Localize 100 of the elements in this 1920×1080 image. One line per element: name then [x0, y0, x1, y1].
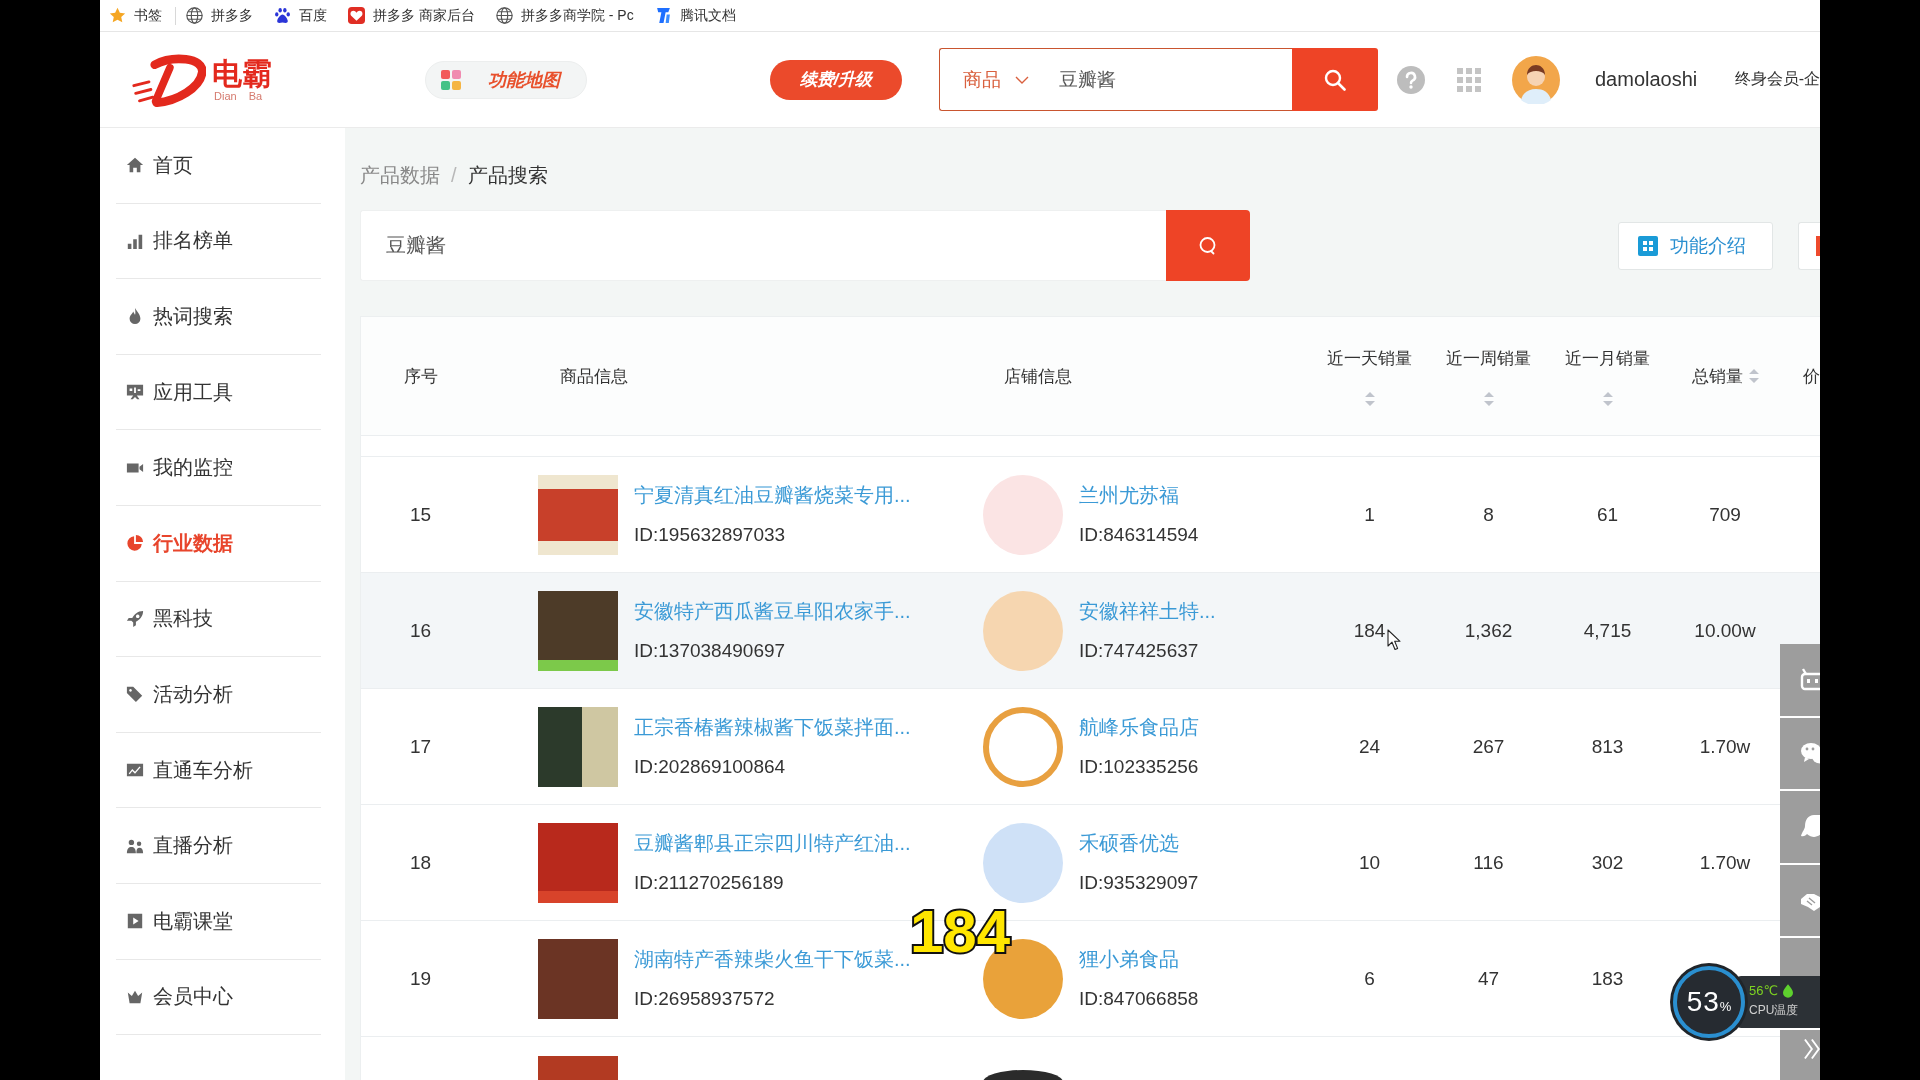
play-icon [126, 912, 144, 931]
bookmark-link[interactable]: 拼多多 商家后台 [348, 6, 475, 25]
cpu-usage-unit: % [1719, 1000, 1732, 1014]
search-icon [1198, 235, 1218, 256]
sales-value: 10.00w [1694, 619, 1756, 642]
column-header: 近一天销量 [1327, 347, 1412, 370]
side-tool-button[interactable] [1780, 938, 1820, 977]
cpu-label: CPU温度 [1749, 1002, 1800, 1018]
sidebar-item[interactable]: 黑科技 [116, 581, 321, 658]
sales-value: 6 [1364, 967, 1375, 990]
rocket-icon [126, 609, 144, 628]
product-id: ID:202869100864 [634, 754, 787, 779]
feature-intro-button[interactable]: 功能介绍 [1618, 221, 1773, 270]
bookmark-link[interactable]: 腾讯文档 [654, 6, 736, 25]
row-number: 19 [409, 967, 432, 990]
globe-icon [495, 7, 513, 24]
sales-value: 184 [1353, 619, 1386, 642]
leaf-icon [1783, 983, 1794, 998]
home-icon [126, 156, 144, 175]
category-dropdown[interactable]: 商品 [939, 48, 1057, 111]
sidebar-item[interactable]: 排名榜单 [116, 203, 321, 280]
column-header: 序号 [403, 365, 438, 388]
side-tool-button[interactable] [1780, 644, 1820, 716]
heart-badge-icon [348, 7, 365, 24]
sales-value: 183 [1591, 967, 1624, 990]
presentation-icon [126, 383, 144, 402]
sales-value: 61 [1596, 503, 1619, 526]
logo-mark-icon [130, 52, 206, 107]
sidebar-item[interactable]: 行业数据 [116, 505, 321, 582]
sales-value: 813 [1591, 735, 1624, 758]
sidebar-item[interactable]: 应用工具 [116, 354, 321, 431]
column-header: 价 [1803, 365, 1820, 388]
renew-button[interactable]: 续费/升级 [770, 59, 902, 100]
document-icon [654, 7, 672, 24]
sidebar-item[interactable]: 直播分析 [116, 808, 321, 884]
side-tool-button[interactable] [1780, 1030, 1820, 1080]
avatar[interactable] [1512, 55, 1560, 104]
logo-subtitle: Dian [214, 89, 237, 102]
search-button[interactable] [1292, 48, 1378, 111]
cursor-icon [1387, 629, 1401, 651]
apps-grid-icon[interactable] [1457, 67, 1481, 92]
chevron-down-icon [1015, 75, 1029, 84]
username[interactable]: damolaoshi [1595, 68, 1698, 91]
sidebar-item[interactable]: 热词搜索 [116, 279, 321, 355]
search-input[interactable]: 豆瓣酱 [360, 210, 1166, 281]
paw-icon [274, 7, 291, 24]
sales-value: 8 [1483, 503, 1494, 526]
tag-icon [126, 685, 144, 704]
tiles-icon [441, 69, 461, 90]
sort-icon[interactable] [1364, 391, 1375, 406]
sales-value: 267 [1472, 735, 1505, 758]
globe-icon [186, 7, 203, 24]
row-number: 16 [409, 619, 432, 642]
search-input[interactable]: 豆瓣酱 [1057, 48, 1292, 111]
bookmark-link[interactable]: 书签 [109, 6, 162, 25]
column-header: 近一月销量 [1565, 347, 1650, 370]
star-icon [109, 7, 126, 24]
grid-tile-icon [1638, 235, 1658, 256]
sales-value: 4,715 [1583, 619, 1632, 642]
sales-value: 47 [1477, 967, 1500, 990]
sidebar-item[interactable]: 首页 [116, 128, 321, 204]
toolbar-button[interactable] [1798, 221, 1820, 270]
sales-value: 709 [1709, 503, 1741, 526]
caption-text: 184 [910, 900, 1011, 964]
shop-id: ID:846314594 [1079, 522, 1199, 547]
row-number: 18 [409, 851, 432, 874]
bookmark-link[interactable]: 拼多多 [186, 6, 253, 25]
side-tool-button[interactable] [1780, 864, 1820, 937]
sales-value: 1 [1364, 503, 1375, 526]
shop-id: ID:847066858 [1079, 986, 1199, 1011]
help-icon[interactable] [1397, 65, 1425, 94]
logo-subtitle: Ba [248, 89, 263, 102]
sidebar-item[interactable]: 直通车分析 [116, 732, 321, 809]
bookmark-link[interactable]: 拼多多商学院 - Pc [495, 6, 634, 25]
bookmark-link[interactable]: 百度 [274, 6, 327, 25]
cpu-usage-value: 53 [1686, 987, 1720, 1017]
sidebar-item[interactable]: 会员中心 [116, 959, 321, 1036]
product-id: ID:195632897033 [634, 522, 787, 547]
shop-id: ID:102335256 [1079, 754, 1199, 779]
column-header: 店铺信息 [1004, 365, 1072, 388]
sales-value: 24 [1358, 735, 1381, 758]
cpu-temperature: 56℃ [1749, 982, 1779, 999]
row-number: 15 [409, 503, 432, 526]
side-tool-button[interactable] [1780, 791, 1820, 863]
sort-icon[interactable] [1748, 369, 1759, 383]
breadcrumb-link[interactable]: 产品搜索 [467, 163, 548, 187]
column-header: 商品信息 [560, 365, 628, 388]
sidebar-item[interactable]: 我的监控 [116, 430, 321, 506]
sales-value: 302 [1591, 851, 1624, 874]
side-tool-button[interactable] [1780, 717, 1820, 790]
membership-label: 终身会员-企 [1734, 69, 1820, 89]
logo-name: 电霸 [212, 57, 272, 90]
shop-id: ID:747425637 [1079, 638, 1200, 663]
sort-icon[interactable] [1602, 391, 1613, 406]
sidebar-item[interactable]: 活动分析 [116, 657, 321, 733]
sort-icon[interactable] [1483, 391, 1494, 406]
sales-value: 116 [1473, 851, 1504, 874]
column-header: 近一周销量 [1446, 347, 1531, 370]
sales-value: 10 [1358, 851, 1381, 874]
sidebar-item[interactable]: 电霸课堂 [116, 883, 321, 960]
